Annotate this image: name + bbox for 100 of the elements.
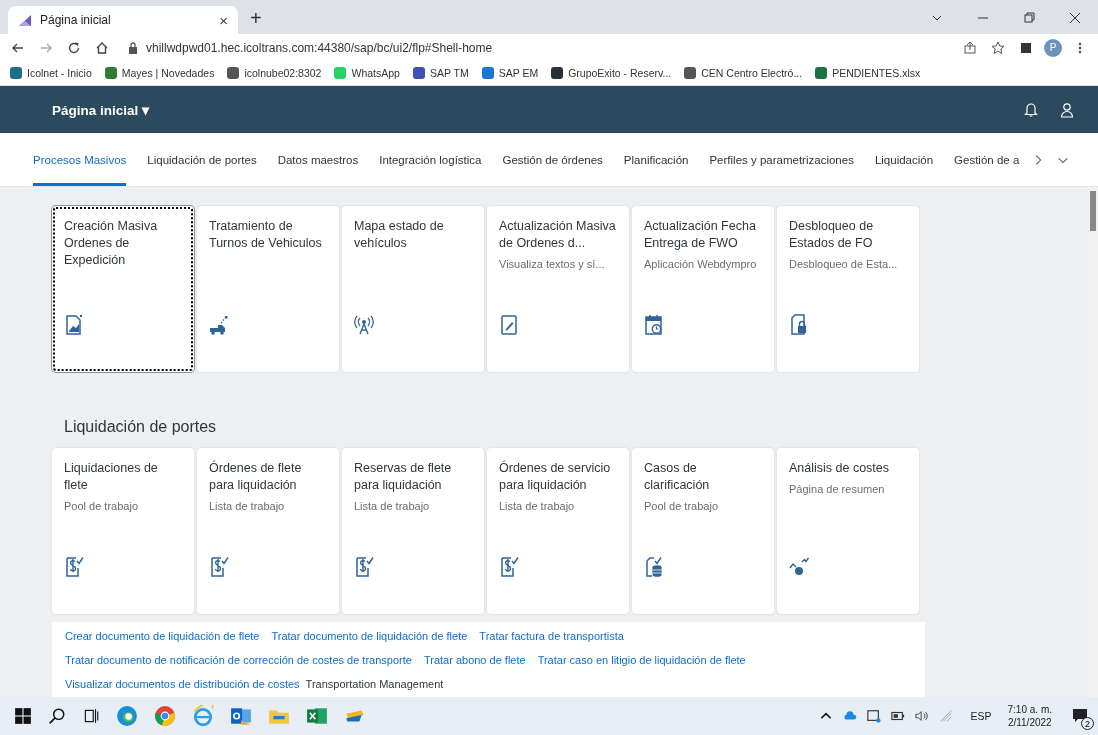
tile-subtitle: Lista de trabajo xyxy=(354,500,431,512)
app-tile[interactable]: Mapa estado de vehículos xyxy=(342,206,484,372)
link-group-label: Transportation Management xyxy=(305,678,444,690)
star-icon[interactable] xyxy=(991,40,1005,55)
nav-tab[interactable]: Datos maestros xyxy=(277,133,359,186)
edit-document-icon xyxy=(499,314,519,336)
bookmark[interactable]: WhatsApp xyxy=(334,67,400,79)
close-tab-button[interactable]: × xyxy=(219,11,228,29)
tile-subtitle: Aplicación Webdympro xyxy=(644,258,758,270)
tile-title: Actualización Masiva de Ordenes d... xyxy=(499,218,617,252)
dollar-document-icon xyxy=(354,556,374,578)
nav-tab[interactable]: Liquidación xyxy=(874,133,934,186)
dollar-document-icon xyxy=(209,556,229,578)
bookmark[interactable]: icolnube02:8302 xyxy=(227,67,322,79)
link[interactable]: Tratar documento de liquidación de flete xyxy=(271,630,468,642)
app-tile[interactable]: Órdenes de flete para liquidación Lista de trabajo xyxy=(197,448,339,614)
link[interactable]: Tratar factura de transportista xyxy=(479,630,624,642)
lock-icon xyxy=(128,41,138,54)
address-field[interactable]: vhillwdpwd01.hec.icoltrans.com:44380/sap/bc/ui2/flp#Shell-home xyxy=(146,40,952,55)
app-tile[interactable]: Liquidaciones de flete Pool de trabajo xyxy=(52,448,194,614)
app-tile[interactable]: Casos de clarificación Pool de trabajo xyxy=(632,448,774,614)
tile-title: Liquidaciones de flete xyxy=(64,460,159,494)
restore-icon[interactable] xyxy=(1023,12,1035,24)
app-tile[interactable]: Actualización Masiva de Ordenes d... Visualiza textos y sí... xyxy=(487,206,629,372)
app-tile[interactable]: Tratamiento de Turnos de Vehiculos xyxy=(197,206,339,372)
clock-time[interactable]: 7:10 a. m. xyxy=(1007,704,1052,715)
tile-subtitle: Página de resumen xyxy=(789,483,886,495)
share-icon[interactable] xyxy=(963,40,977,55)
tile-subtitle: Visualiza textos y sí... xyxy=(499,258,606,270)
display-icon[interactable] xyxy=(866,709,881,723)
user-icon[interactable] xyxy=(1060,101,1074,118)
excel-icon[interactable] xyxy=(306,705,328,727)
app-tile[interactable]: Desbloqueo de Estados de FO Desbloqueo de Esta... xyxy=(777,206,919,372)
bookmark[interactable]: Mayes | Novedades xyxy=(104,67,215,79)
tile-title: Análisis de costes xyxy=(789,460,891,477)
bookmark[interactable]: Icolnet - Inicio xyxy=(10,67,92,79)
bookmark[interactable]: GrupoExito - Reserv... xyxy=(551,67,672,79)
dollar-trend-icon xyxy=(789,556,809,578)
close-icon[interactable] xyxy=(1069,12,1081,24)
battery-icon[interactable] xyxy=(890,709,905,723)
tab-title: Página inicial xyxy=(40,13,112,27)
nav-tab[interactable]: Gestión de órdenes xyxy=(502,133,603,186)
dollar-document-icon xyxy=(64,556,84,578)
tile-subtitle: Pool de trabajo xyxy=(64,500,139,512)
language-indicator[interactable]: ESP xyxy=(970,710,992,722)
dollar-document-icon xyxy=(499,556,519,578)
locked-document-icon xyxy=(789,314,809,336)
calendar-icon xyxy=(644,314,664,336)
tile-title: Actualización Fecha Entrega de FWO xyxy=(644,218,757,252)
tile-subtitle: Lista de trabajo xyxy=(499,500,576,512)
page-title-menu[interactable]: Página inicial ▾ xyxy=(52,101,150,118)
database-document-icon xyxy=(644,556,664,578)
nav-tab[interactable]: Perfiles y parametrizaciones xyxy=(709,133,854,186)
new-tab-button[interactable]: + xyxy=(250,7,262,30)
browser-tab[interactable]: Página inicial × xyxy=(8,6,238,34)
tile-title: Órdenes de servicio para liquidación xyxy=(499,460,612,494)
tile-title: Tratamiento de Turnos de Vehiculos xyxy=(209,218,323,252)
tile-title: Reservas de flete para liquidación xyxy=(354,460,453,494)
tile-subtitle: Lista de trabajo xyxy=(209,500,286,512)
home-icon[interactable] xyxy=(95,40,109,55)
bookmark[interactable]: CEN Centro Electró... xyxy=(684,67,803,79)
scrollbar-thumb[interactable] xyxy=(1090,191,1096,231)
clock-date[interactable]: 2/11/2022 xyxy=(1007,717,1052,728)
notification-bell-icon[interactable] xyxy=(1024,101,1038,118)
edge-browser-icon[interactable] xyxy=(116,705,138,727)
nav-tab[interactable]: Integración logística xyxy=(379,133,482,186)
link[interactable]: Crear documento de liquidación de flete xyxy=(65,630,260,642)
link[interactable]: Visualizar documentos de distribución de costes xyxy=(65,678,300,690)
nav-tab[interactable]: Gestión de a xyxy=(954,133,1020,186)
link[interactable]: Tratar abono de flete xyxy=(423,654,526,666)
nav-tab[interactable]: Liquidación de portes xyxy=(147,133,257,186)
task-view-icon[interactable] xyxy=(82,707,100,725)
link[interactable]: Tratar documento de notificación de corrección de costes de transporte xyxy=(65,654,412,666)
bookmark[interactable]: PENDIENTES.xlsx xyxy=(815,67,921,79)
search-icon[interactable] xyxy=(48,707,66,725)
tile-subtitle: Pool de trabajo xyxy=(644,500,719,512)
cloud-icon[interactable] xyxy=(842,709,857,723)
chart-document-icon xyxy=(64,314,84,336)
tile-title: Desbloqueo de Estados de FO xyxy=(789,218,875,252)
side-panel-icon[interactable] xyxy=(1019,40,1033,55)
chrome-browser-icon[interactable] xyxy=(154,705,176,727)
tile-title: Creación Masiva Ordenes de Expedición xyxy=(64,218,159,269)
tile-title: Mapa estado de vehículos xyxy=(354,218,445,252)
app-tile[interactable]: Reservas de flete para liquidación Lista de trabajo xyxy=(342,448,484,614)
truck-icon xyxy=(209,314,229,336)
bookmark[interactable]: SAP EM xyxy=(481,67,539,79)
reload-icon[interactable] xyxy=(67,40,81,55)
link[interactable]: Tratar caso en litigio de liquidación de flete xyxy=(537,654,746,666)
speaker-icon[interactable] xyxy=(914,709,929,723)
tile-title: Órdenes de flete para liquidación xyxy=(209,460,303,494)
outlook-icon[interactable] xyxy=(230,705,252,727)
app-tile[interactable]: Creación Masiva Ordenes de Expedición xyxy=(52,206,194,372)
windows-start-icon[interactable] xyxy=(14,707,32,725)
app-tile[interactable]: Actualización Fecha Entrega de FWO Aplicación Webdympro xyxy=(632,206,774,372)
bookmark[interactable]: SAP TM xyxy=(412,67,469,79)
app-tile[interactable]: Análisis de costes Página de resumen xyxy=(777,448,919,614)
notifications-button[interactable]: 2 xyxy=(1068,704,1092,728)
nav-tab[interactable]: Planificación xyxy=(623,133,689,186)
antenna-icon xyxy=(354,314,374,336)
app-tile[interactable]: Órdenes de servicio para liquidación Lista de trabajo xyxy=(487,448,629,614)
